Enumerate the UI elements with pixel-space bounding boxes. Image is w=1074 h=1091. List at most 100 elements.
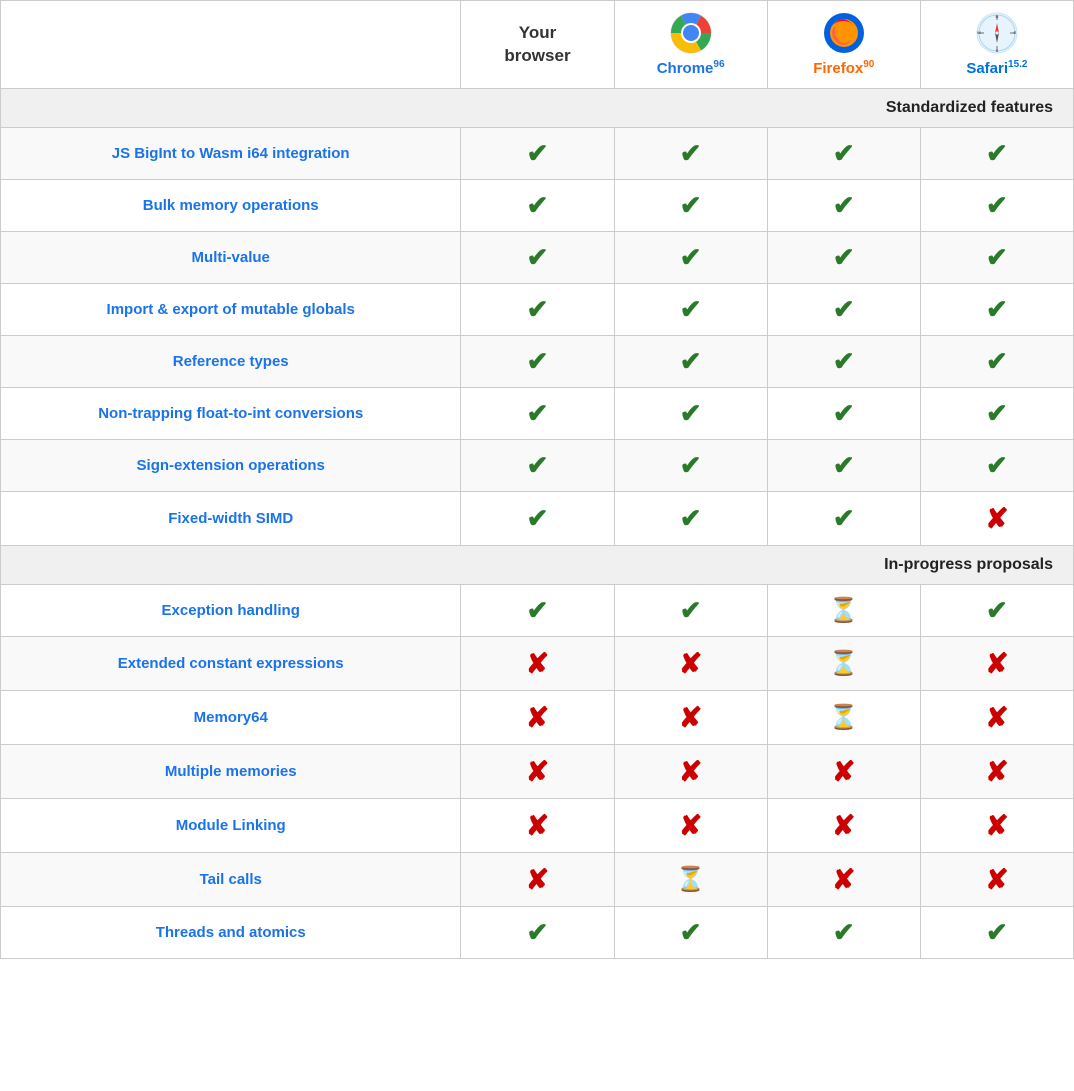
safari-icon: N S E W <box>975 11 1019 55</box>
section-header-0: Standardized features <box>1 89 1074 128</box>
your-browser-cell-0-4: ✔ <box>461 336 614 388</box>
safari-cell-1-0: ✔ <box>920 585 1073 637</box>
chrome-version: 96 <box>713 59 724 70</box>
table-body: Standardized features JS BigInt to Wasm … <box>1 89 1074 959</box>
feature-row-0-6: Sign-extension operations ✔ ✔ ✔ ✔ <box>1 440 1074 492</box>
svg-text:N: N <box>995 14 998 19</box>
feature-row-0-7: Fixed-width SIMD ✔ ✔ ✔ ✘ <box>1 492 1074 546</box>
your-browser-cell-0-6: ✔ <box>461 440 614 492</box>
feature-name-0-6: Sign-extension operations <box>1 440 461 492</box>
firefox-cell-1-3: ✘ <box>767 745 920 799</box>
safari-cell-0-0: ✔ <box>920 128 1073 180</box>
your-browser-cell-0-1: ✔ <box>461 180 614 232</box>
feature-row-1-4: Module Linking ✘ ✘ ✘ ✘ <box>1 799 1074 853</box>
feature-row-1-1: Extended constant expressions ✘ ✘ ⏳ ✘ <box>1 637 1074 691</box>
safari-cell-0-4: ✔ <box>920 336 1073 388</box>
feature-name-0-2: Multi-value <box>1 232 461 284</box>
your-browser-cell-0-7: ✔ <box>461 492 614 546</box>
your-browser-cell-1-4: ✘ <box>461 799 614 853</box>
feature-row-1-3: Multiple memories ✘ ✘ ✘ ✘ <box>1 745 1074 799</box>
chrome-cell-1-5: ⏳ <box>614 853 767 907</box>
feature-name-1-4: Module Linking <box>1 799 461 853</box>
section-title-1: In-progress proposals <box>1 546 1074 585</box>
firefox-cell-0-6: ✔ <box>767 440 920 492</box>
feature-row-0-1: Bulk memory operations ✔ ✔ ✔ ✔ <box>1 180 1074 232</box>
safari-header: N S E W Safari15.2 <box>920 1 1073 89</box>
chrome-cell-0-5: ✔ <box>614 388 767 440</box>
svg-text:S: S <box>996 48 999 53</box>
safari-cell-1-4: ✘ <box>920 799 1073 853</box>
chrome-cell-0-2: ✔ <box>614 232 767 284</box>
firefox-cell-0-2: ✔ <box>767 232 920 284</box>
feature-column-header <box>1 1 461 89</box>
feature-name-1-2: Memory64 <box>1 691 461 745</box>
chrome-cell-0-0: ✔ <box>614 128 767 180</box>
your-browser-cell-1-3: ✘ <box>461 745 614 799</box>
feature-name-0-1: Bulk memory operations <box>1 180 461 232</box>
chrome-cell-0-1: ✔ <box>614 180 767 232</box>
your-browser-cell-0-2: ✔ <box>461 232 614 284</box>
feature-name-0-4: Reference types <box>1 336 461 388</box>
your-browser-cell-1-1: ✘ <box>461 637 614 691</box>
safari-cell-0-1: ✔ <box>920 180 1073 232</box>
feature-row-1-2: Memory64 ✘ ✘ ⏳ ✘ <box>1 691 1074 745</box>
firefox-label: Firefox <box>813 60 863 77</box>
firefox-cell-1-0: ⏳ <box>767 585 920 637</box>
firefox-cell-0-0: ✔ <box>767 128 920 180</box>
your-browser-cell-1-0: ✔ <box>461 585 614 637</box>
safari-cell-0-6: ✔ <box>920 440 1073 492</box>
feature-name-0-0: JS BigInt to Wasm i64 integration <box>1 128 461 180</box>
safari-label: Safari <box>966 60 1008 77</box>
firefox-cell-0-3: ✔ <box>767 284 920 336</box>
your-browser-cell-0-3: ✔ <box>461 284 614 336</box>
feature-row-1-6: Threads and atomics ✔ ✔ ✔ ✔ <box>1 907 1074 959</box>
safari-cell-0-3: ✔ <box>920 284 1073 336</box>
your-browser-cell-1-6: ✔ <box>461 907 614 959</box>
feature-name-0-5: Non-trapping float-to-int conversions <box>1 388 461 440</box>
your-browser-cell-1-2: ✘ <box>461 691 614 745</box>
feature-name-1-6: Threads and atomics <box>1 907 461 959</box>
your-browser-cell-0-5: ✔ <box>461 388 614 440</box>
chrome-cell-1-6: ✔ <box>614 907 767 959</box>
feature-row-0-0: JS BigInt to Wasm i64 integration ✔ ✔ ✔ … <box>1 128 1074 180</box>
chrome-cell-0-4: ✔ <box>614 336 767 388</box>
firefox-cell-0-5: ✔ <box>767 388 920 440</box>
section-title-0: Standardized features <box>1 89 1074 128</box>
feature-row-0-5: Non-trapping float-to-int conversions ✔ … <box>1 388 1074 440</box>
feature-name-1-1: Extended constant expressions <box>1 637 461 691</box>
feature-name-1-5: Tail calls <box>1 853 461 907</box>
firefox-cell-1-2: ⏳ <box>767 691 920 745</box>
svg-text:W: W <box>977 30 981 35</box>
section-header-1: In-progress proposals <box>1 546 1074 585</box>
chrome-cell-1-4: ✘ <box>614 799 767 853</box>
chrome-label: Chrome <box>657 60 714 77</box>
chrome-cell-1-1: ✘ <box>614 637 767 691</box>
firefox-cell-0-7: ✔ <box>767 492 920 546</box>
firefox-cell-1-4: ✘ <box>767 799 920 853</box>
firefox-header: Firefox90 <box>767 1 920 89</box>
feature-name-1-3: Multiple memories <box>1 745 461 799</box>
safari-cell-0-5: ✔ <box>920 388 1073 440</box>
firefox-cell-1-5: ✘ <box>767 853 920 907</box>
firefox-cell-1-1: ⏳ <box>767 637 920 691</box>
safari-version: 15.2 <box>1008 59 1027 70</box>
feature-row-0-3: Import & export of mutable globals ✔ ✔ ✔… <box>1 284 1074 336</box>
chrome-cell-1-3: ✘ <box>614 745 767 799</box>
chrome-cell-1-0: ✔ <box>614 585 767 637</box>
safari-cell-1-6: ✔ <box>920 907 1073 959</box>
your-browser-header: Your browser <box>461 1 614 89</box>
svg-text:E: E <box>1014 30 1017 35</box>
firefox-version: 90 <box>863 59 874 70</box>
safari-cell-1-2: ✘ <box>920 691 1073 745</box>
compatibility-table: Your browser <box>0 0 1074 959</box>
safari-cell-0-2: ✔ <box>920 232 1073 284</box>
feature-row-0-4: Reference types ✔ ✔ ✔ ✔ <box>1 336 1074 388</box>
feature-name-0-3: Import & export of mutable globals <box>1 284 461 336</box>
feature-name-1-0: Exception handling <box>1 585 461 637</box>
safari-cell-1-3: ✘ <box>920 745 1073 799</box>
feature-name-0-7: Fixed-width SIMD <box>1 492 461 546</box>
feature-row-0-2: Multi-value ✔ ✔ ✔ ✔ <box>1 232 1074 284</box>
firefox-icon <box>822 11 866 55</box>
feature-row-1-5: Tail calls ✘ ⏳ ✘ ✘ <box>1 853 1074 907</box>
safari-cell-0-7: ✘ <box>920 492 1073 546</box>
